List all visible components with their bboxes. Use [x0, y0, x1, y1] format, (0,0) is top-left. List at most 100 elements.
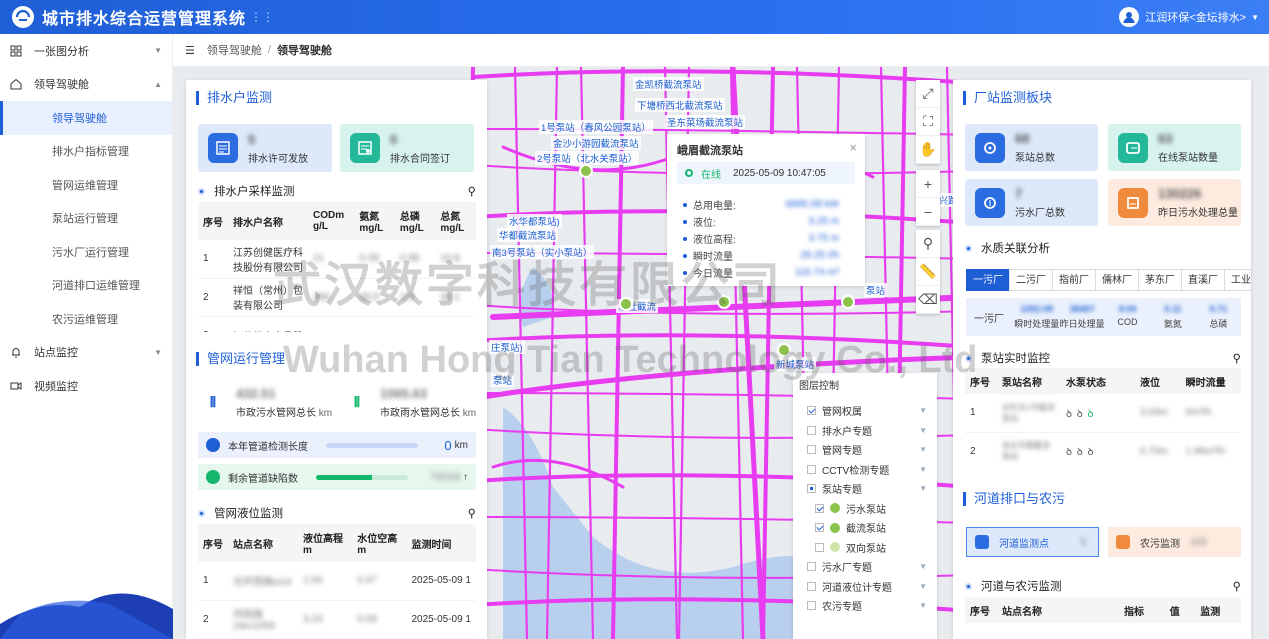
map-label-station[interactable]: 南3号泵站（实小泵站）: [490, 245, 595, 259]
map-canvas[interactable]: 金凯桥截流泵站 下塘桥西北截流泵站 圣东菜场截流泵站 1号泵站（春风公园泵站） …: [173, 67, 1269, 639]
layer-checkbox[interactable]: [807, 445, 816, 455]
layer-item[interactable]: 污水厂专题 ▼: [807, 557, 935, 577]
pump-total-card[interactable]: 68 泵站总数: [965, 124, 1098, 171]
table-row[interactable]: 1 水杉东1号截流泵站 ꝺ ꝺ ꝺ 3.03m 0m³/h: [965, 394, 1241, 433]
map-label-station[interactable]: 金凯桥截流泵站: [633, 77, 704, 91]
nav-overview[interactable]: 一张图分析 ▼: [0, 34, 172, 68]
chevron-down-icon[interactable]: ▼: [919, 562, 927, 571]
nav-site-monitor[interactable]: 站点监控 ▼: [0, 336, 172, 370]
layer-item[interactable]: CCTV检测专题 ▼: [807, 460, 935, 480]
layer-checkbox[interactable]: [807, 406, 816, 416]
station-marker-icon[interactable]: [717, 295, 731, 309]
pan-hand-icon[interactable]: ✋: [916, 136, 940, 164]
map-label-station[interactable]: 庄泵站): [489, 340, 525, 354]
map-label-station[interactable]: 圣东菜场截流泵站: [665, 115, 746, 129]
chevron-down-icon[interactable]: ▼: [919, 484, 927, 493]
tab-plant[interactable]: 工业厂: [1224, 269, 1251, 291]
layer-checkbox[interactable]: [807, 425, 816, 435]
fullscreen-icon[interactable]: ⤢: [916, 80, 940, 108]
layer-checkbox[interactable]: [815, 523, 824, 533]
pump-online-card[interactable]: 63 在线泵站数量: [1108, 124, 1241, 171]
map-label-station[interactable]: 新城泵站: [774, 357, 817, 371]
search-icon[interactable]: ⚲: [1233, 351, 1241, 365]
plant-total-card[interactable]: 7 污水厂总数: [965, 179, 1098, 226]
nav-sub-rural[interactable]: 农污运维管理: [0, 302, 172, 336]
layer-checkbox[interactable]: [807, 562, 816, 572]
extent-icon[interactable]: ⛶: [916, 108, 940, 136]
layer-item[interactable]: 双向泵站: [807, 538, 935, 558]
chevron-down-icon[interactable]: ▼: [919, 406, 927, 415]
eraser-icon[interactable]: ⌫: [916, 286, 940, 314]
table-row[interactable]: 2 金水华都截流泵站 ꝺ ꝺ ꝺ 0.70m 1.96m³/h: [965, 432, 1241, 468]
map-label-station[interactable]: 水华都泵站): [507, 214, 562, 228]
user-menu[interactable]: 江润环保<金坛排水> ▼: [1119, 7, 1259, 27]
chevron-down-icon[interactable]: ▼: [919, 445, 927, 454]
nav-video[interactable]: 视频监控: [0, 369, 172, 403]
station-marker-icon[interactable]: [579, 164, 593, 178]
nav-sub-pump[interactable]: 泵站运行管理: [0, 202, 172, 236]
zoom-out-icon[interactable]: −: [916, 198, 940, 226]
table-row[interactable]: 2 祥恒（常州）包装有限公司 286 28.5 3.9 36.1: [198, 278, 476, 317]
close-icon[interactable]: ×: [849, 140, 857, 155]
layer-checkbox[interactable]: [815, 503, 824, 513]
tab-plant[interactable]: 一污厂: [966, 269, 1010, 291]
station-marker-icon[interactable]: [777, 343, 791, 357]
nav-sub-cockpit[interactable]: 领导驾驶舱: [0, 101, 172, 135]
col-header: 站点名称: [228, 524, 298, 562]
tab-plant[interactable]: 指前厂: [1052, 269, 1096, 291]
layer-item[interactable]: 河道液位计专题 ▼: [807, 577, 935, 597]
layer-item[interactable]: 污水泵站: [807, 499, 935, 519]
layer-item[interactable]: 排水户专题 ▼: [807, 421, 935, 441]
nav-cockpit[interactable]: 领导驾驶舱 ▲: [0, 68, 172, 102]
breadcrumb-level1[interactable]: 领导驾驶舱: [207, 42, 262, 58]
contract-card[interactable]: 0 排水合同签订: [340, 124, 474, 172]
map-label-station[interactable]: 1号泵站（春风公园泵站）: [539, 120, 653, 134]
search-icon[interactable]: ⚲: [468, 184, 476, 198]
map-label-station[interactable]: 泵站: [864, 283, 888, 297]
chevron-down-icon[interactable]: ▼: [919, 426, 927, 435]
menu-fold-icon[interactable]: ☰: [185, 44, 195, 57]
layer-item[interactable]: 农污专题 ▼: [807, 596, 935, 616]
layer-checkbox[interactable]: [807, 601, 816, 611]
layer-item[interactable]: 泵站专题 ▼: [807, 479, 935, 499]
layer-checkbox[interactable]: [807, 484, 816, 494]
layer-checkbox[interactable]: [807, 464, 816, 474]
map-label-station[interactable]: 泵站: [491, 373, 515, 387]
nav-sub-pipe[interactable]: 管网运维管理: [0, 168, 172, 202]
river-monitor-button[interactable]: 河道监测点 6: [966, 527, 1099, 557]
tab-plant[interactable]: 茅东厂: [1138, 269, 1182, 291]
map-label-station[interactable]: 金沙小游园截流泵站: [551, 136, 641, 150]
tab-plant[interactable]: 儒林厂: [1095, 269, 1139, 291]
tab-plant[interactable]: 二污厂: [1009, 269, 1053, 291]
table-row[interactable]: 3江苏常丰食品股: [198, 316, 476, 332]
yesterday-card[interactable]: 130226 昨日污水处理总量: [1108, 179, 1241, 226]
layer-item[interactable]: 截流泵站: [807, 518, 935, 538]
search-icon[interactable]: ⚲: [1233, 579, 1241, 593]
table-row[interactable]: 2 丹阳路 24m1059 3.23 0.09 2025-05-09 1: [198, 600, 476, 639]
layer-checkbox[interactable]: [815, 542, 824, 552]
layer-checkbox[interactable]: [807, 581, 816, 591]
chevron-down-icon[interactable]: ▼: [919, 465, 927, 474]
nav-sub-plant[interactable]: 污水厂运行管理: [0, 235, 172, 269]
station-marker-icon[interactable]: [619, 297, 633, 311]
nav-sub-river[interactable]: 河道排口运维管理: [0, 269, 172, 303]
layer-item[interactable]: 管网权属 ▼: [807, 401, 935, 421]
col-header: 瞬时流量: [1180, 368, 1241, 394]
tab-plant[interactable]: 直溪厂: [1181, 269, 1225, 291]
search-icon[interactable]: ⚲: [468, 506, 476, 520]
table-row[interactable]: 1 江苏创健医疗科技股份有限公司 21 0.39 0.95 10.8: [198, 240, 476, 279]
layer-item[interactable]: 管网专题 ▼: [807, 440, 935, 460]
chevron-down-icon[interactable]: ▼: [919, 582, 927, 591]
search-icon[interactable]: ⚲: [916, 230, 940, 258]
zoom-in-icon[interactable]: +: [916, 170, 940, 198]
chevron-down-icon[interactable]: ▼: [919, 601, 927, 610]
table-row[interactable]: 1 北环西路w14 1.64 0.47 2025-05-09 1: [198, 562, 476, 601]
map-label-station[interactable]: 2号泵站（北水关泵站）: [535, 151, 640, 165]
rural-monitor-button[interactable]: 农污监测 103: [1108, 527, 1241, 557]
nav-sub-discharger[interactable]: 排水户指标管理: [0, 135, 172, 169]
station-marker-icon[interactable]: [841, 295, 855, 309]
map-label-station[interactable]: 华都截流泵站: [497, 228, 559, 242]
measure-icon[interactable]: 📏: [916, 258, 940, 286]
map-label-station[interactable]: 下塘桥西北截流泵站: [635, 98, 725, 112]
permit-card[interactable]: 5 排水许可发放: [198, 124, 332, 172]
